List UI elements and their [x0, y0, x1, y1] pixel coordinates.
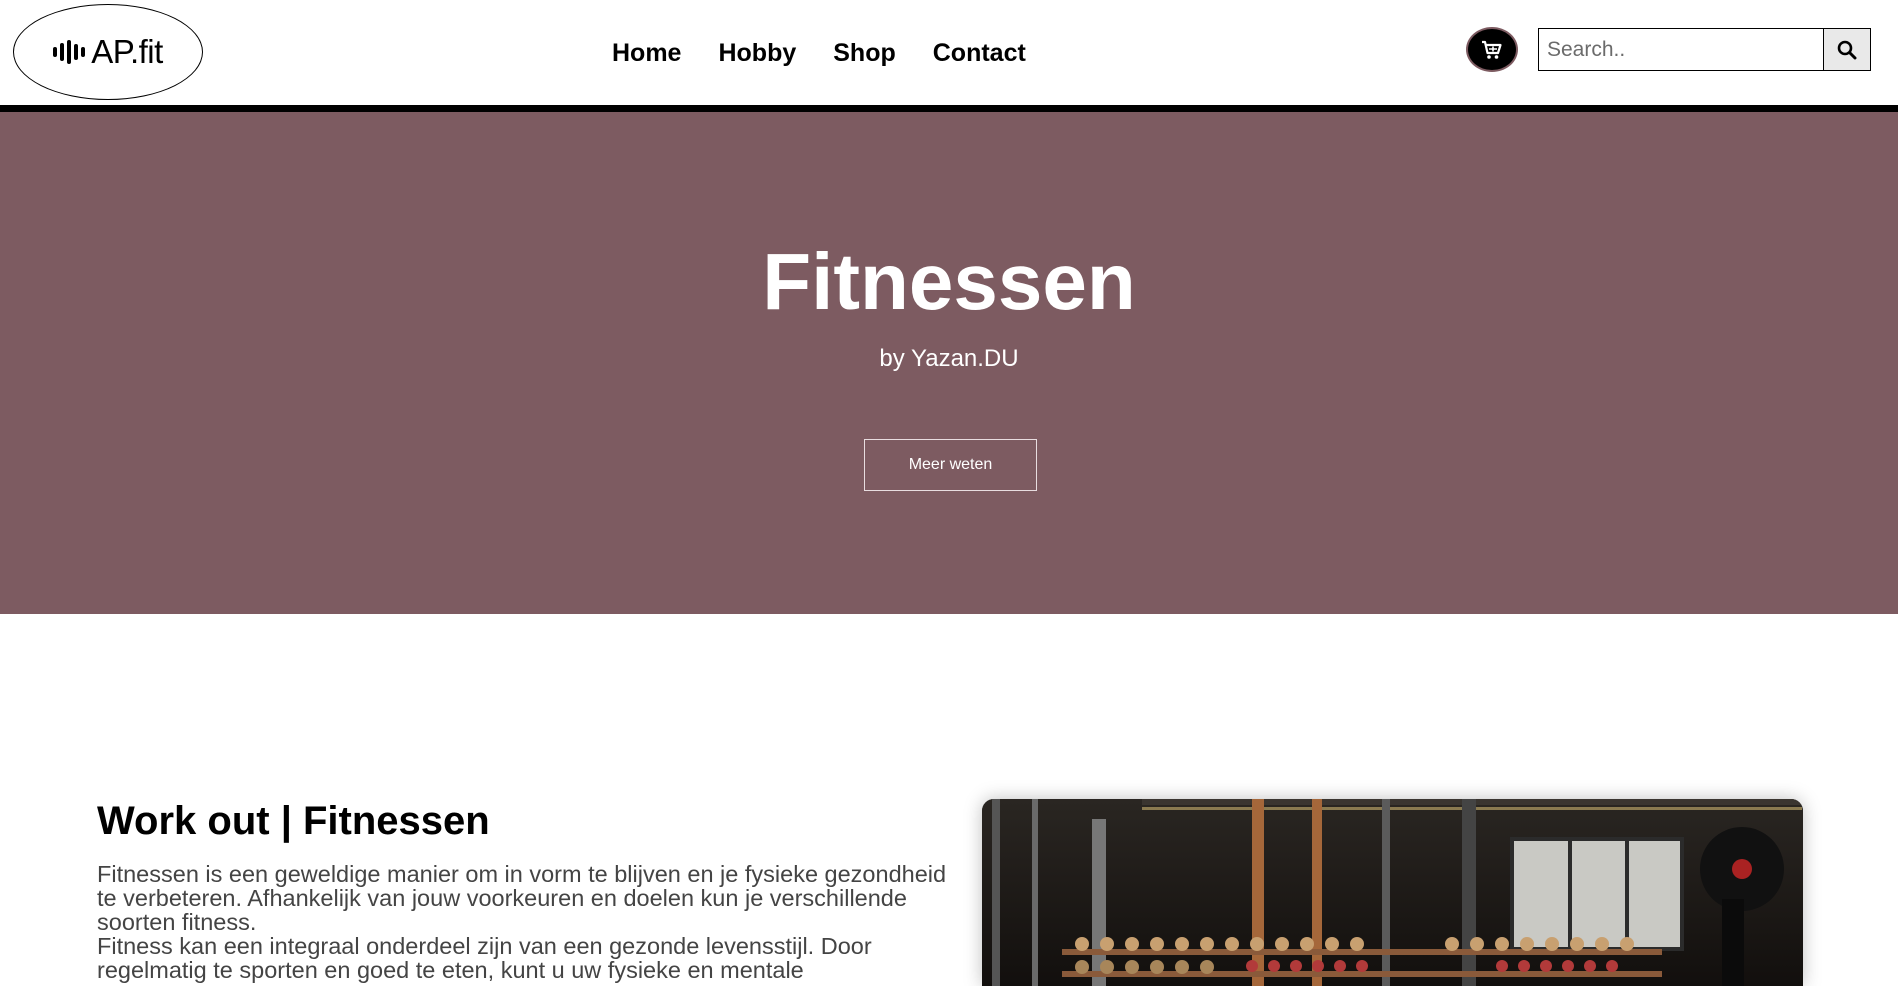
- gym-photo: [982, 799, 1803, 986]
- paragraph: Fitnessen is een geweldige manier om in …: [97, 861, 947, 935]
- gym-illustration: [982, 799, 1803, 986]
- nav-hobby[interactable]: Hobby: [718, 30, 796, 76]
- cart-icon: [1482, 40, 1502, 59]
- paragraph: Fitness kan een integraal onderdeel zijn…: [97, 933, 872, 983]
- logo[interactable]: AP.fit: [13, 4, 203, 100]
- nav-shop[interactable]: Shop: [833, 30, 896, 76]
- soundwave-icon: [53, 40, 86, 64]
- search-form: [1538, 28, 1871, 71]
- hero-subtitle: by Yazan.DU: [879, 345, 1019, 372]
- hero-banner: Fitnessen by Yazan.DU Meer weten: [0, 112, 1898, 614]
- cart-button[interactable]: [1466, 27, 1518, 72]
- meer-weten-button[interactable]: Meer weten: [864, 439, 1037, 491]
- nav-home[interactable]: Home: [612, 30, 681, 76]
- search-button[interactable]: [1823, 28, 1871, 71]
- search-input[interactable]: [1538, 28, 1823, 71]
- main-nav: Home Hobby Shop Contact: [612, 30, 1026, 76]
- section-title: Work out | Fitnessen: [97, 799, 490, 843]
- logo-text: AP.fit: [91, 33, 163, 70]
- hero-title: Fitnessen: [762, 237, 1136, 326]
- search-icon: [1837, 40, 1857, 59]
- nav-contact[interactable]: Contact: [933, 30, 1026, 76]
- section-text: Fitnessen is een geweldige manier om in …: [97, 862, 947, 982]
- site-header: AP.fit Home Hobby Shop Contact: [0, 0, 1898, 112]
